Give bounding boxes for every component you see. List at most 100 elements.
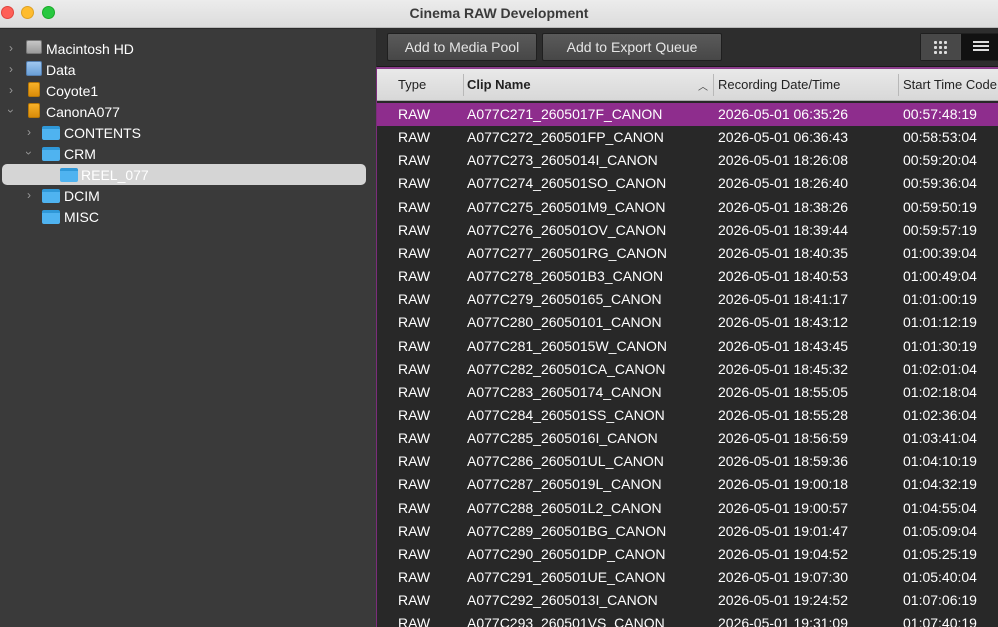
sidebar-item-label: CRM <box>64 146 96 162</box>
sidebar-item-crm[interactable]: › CRM <box>0 143 376 164</box>
recording-date-cell: 2026-05-01 18:55:28 <box>718 406 848 423</box>
clip-type-cell: RAW <box>398 569 431 585</box>
start-timecode-cell: 01:03:41:04 <box>903 430 977 447</box>
sidebar-item-data[interactable]: › Data <box>0 59 376 80</box>
table-row[interactable]: RAW A077C279_26050165_CANON 2026-05-01 18:… <box>377 288 998 311</box>
clip-name-cell: A077C289_260501BG_CANON <box>467 522 667 539</box>
start-timecode-cell: 01:01:30:19 <box>903 337 977 354</box>
clip-name-cell: A077C271_2605017F_CANON <box>467 106 663 122</box>
recording-date-cell: 2026-05-01 19:24:52 <box>718 592 848 609</box>
start-timecode-cell: 01:05:09:04 <box>903 522 977 539</box>
table-row[interactable]: RAW A077C281_2605015W_CANON 2026-05-01 18:… <box>377 335 998 358</box>
table-row[interactable]: RAW A077C287_2605019L_CANON 2026-05-01 19:… <box>377 473 998 496</box>
table-row[interactable]: RAW A077C273_2605014I_CANON 2026-05-01 18:… <box>377 149 998 172</box>
table-row[interactable]: RAW A077C272_260501FP_CANON 2026-05-01 06:… <box>377 126 998 149</box>
clip-name-cell: A077C272_260501FP_CANON <box>467 129 664 146</box>
add-to-export-queue-button[interactable]: Add to Export Queue <box>542 33 722 61</box>
clip-type-cell: RAW <box>398 476 431 493</box>
clip-name-cell: A077C293_260501VS_CANON <box>467 615 665 627</box>
column-divider[interactable] <box>898 74 899 96</box>
table-row[interactable]: RAW A077C280_26050101_CANON 2026-05-01 18:… <box>377 311 998 334</box>
chevron-right-icon[interactable]: › <box>24 188 34 202</box>
column-divider[interactable] <box>463 74 464 96</box>
table-row[interactable]: RAW A077C283_26050174_CANON 2026-05-01 18:… <box>377 381 998 404</box>
recording-date-cell: 2026-05-01 18:55:05 <box>718 383 848 400</box>
table-row[interactable]: RAW A077C293_260501VS_CANON 2026-05-01 19:… <box>377 612 998 627</box>
clip-name-cell: A077C277_260501RG_CANON <box>467 244 668 261</box>
clip-type-cell: RAW <box>398 406 431 423</box>
chevron-right-icon[interactable]: › <box>6 62 16 76</box>
sidebar-item-dcim[interactable]: › DCIM <box>0 185 376 206</box>
start-timecode-cell: 01:07:40:19 <box>903 615 977 627</box>
clip-name-cell: A077C275_260501M9_CANON <box>467 198 666 215</box>
start-timecode-cell: 01:07:06:19 <box>903 592 977 609</box>
column-divider[interactable] <box>713 74 714 96</box>
table-row[interactable]: RAW A077C282_260501CA_CANON 2026-05-01 18:… <box>377 358 998 381</box>
sidebar-item-misc[interactable]: MISC <box>0 206 376 227</box>
clip-name-cell: A077C276_260501OV_CANON <box>467 221 667 238</box>
sort-ascending-icon: ︿ <box>698 82 708 93</box>
column-header-clip-name[interactable]: Clip Name <box>467 77 531 92</box>
table-row[interactable]: RAW A077C292_2605013I_CANON 2026-05-01 19:… <box>377 589 998 612</box>
sidebar-item-coyote1[interactable]: › Coyote1 <box>0 80 376 101</box>
folder-icon <box>42 210 60 224</box>
table-row[interactable]: RAW A077C289_260501BG_CANON 2026-05-01 19:… <box>377 520 998 543</box>
table-row[interactable]: RAW A077C290_260501DP_CANON 2026-05-01 19:… <box>377 543 998 566</box>
table-row[interactable]: RAW A077C271_2605017F_CANON 2026-05-01 06:… <box>377 103 998 126</box>
table-row[interactable]: RAW A077C288_260501L2_CANON 2026-05-01 19:… <box>377 497 998 520</box>
sidebar-item-macintosh-hd[interactable]: › Macintosh HD <box>0 38 376 59</box>
table-row[interactable]: RAW A077C286_260501UL_CANON 2026-05-01 18:… <box>377 450 998 473</box>
folder-icon <box>42 189 60 203</box>
clip-type-cell: RAW <box>398 453 431 470</box>
column-header-start-timecode[interactable]: Start Time Code <box>903 77 997 92</box>
start-timecode-cell: 01:04:55:04 <box>903 499 977 516</box>
table-row[interactable]: RAW A077C291_260501UE_CANON 2026-05-01 19:… <box>377 566 998 589</box>
list-view-button[interactable] <box>961 34 998 60</box>
table-row[interactable]: RAW A077C277_260501RG_CANON 2026-05-01 18:… <box>377 242 998 265</box>
sidebar-item-reel-077[interactable]: REEL_077 <box>2 164 366 185</box>
table-row[interactable]: RAW A077C284_260501SS_CANON 2026-05-01 18:… <box>377 404 998 427</box>
column-header-type[interactable]: Type <box>398 77 426 92</box>
sidebar-item-canona077[interactable]: › CanonA077 <box>0 101 376 122</box>
start-timecode-cell: 00:59:36:04 <box>903 175 977 192</box>
sidebar-item-label: Data <box>46 62 76 78</box>
recording-date-cell: 2026-05-01 06:35:26 <box>718 106 848 122</box>
start-timecode-cell: 00:58:53:04 <box>903 129 977 146</box>
clip-name-cell: A077C283_26050174_CANON <box>467 383 662 400</box>
window-titlebar: Cinema RAW Development <box>0 0 998 28</box>
table-row[interactable]: RAW A077C275_260501M9_CANON 2026-05-01 18:… <box>377 196 998 219</box>
chevron-right-icon[interactable]: › <box>6 83 16 97</box>
recording-date-cell: 2026-05-01 18:43:45 <box>718 337 848 354</box>
start-timecode-cell: 00:59:50:19 <box>903 198 977 215</box>
chevron-down-icon[interactable]: › <box>4 106 18 116</box>
add-to-media-pool-button[interactable]: Add to Media Pool <box>387 33 537 61</box>
toolbar: Add to Media Pool Add to Export Queue <box>377 29 998 67</box>
start-timecode-cell: 01:02:36:04 <box>903 406 977 423</box>
clip-type-cell: RAW <box>398 152 431 169</box>
table-row[interactable]: RAW A077C276_260501OV_CANON 2026-05-01 18:… <box>377 219 998 242</box>
clip-type-cell: RAW <box>398 337 431 354</box>
start-timecode-cell: 00:59:20:04 <box>903 152 977 169</box>
clip-type-cell: RAW <box>398 129 431 146</box>
recording-date-cell: 2026-05-01 19:31:09 <box>718 615 848 627</box>
sidebar-item-contents[interactable]: › CONTENTS <box>0 122 376 143</box>
sidebar-item-label: DCIM <box>64 188 100 204</box>
grid-view-button[interactable] <box>921 34 960 60</box>
external-drive-icon <box>28 103 40 118</box>
window-title: Cinema RAW Development <box>409 5 589 21</box>
clip-type-cell: RAW <box>398 430 431 447</box>
table-row[interactable]: RAW A077C274_260501SO_CANON 2026-05-01 18:… <box>377 172 998 195</box>
chevron-right-icon[interactable]: › <box>6 41 16 55</box>
table-row[interactable]: RAW A077C278_260501B3_CANON 2026-05-01 18:… <box>377 265 998 288</box>
chevron-down-icon[interactable]: › <box>22 148 36 158</box>
table-row[interactable]: RAW A077C285_2605016I_CANON 2026-05-01 18:… <box>377 427 998 450</box>
chevron-right-icon[interactable]: › <box>24 125 34 139</box>
recording-date-cell: 2026-05-01 19:07:30 <box>718 569 848 585</box>
column-header-recording-date[interactable]: Recording Date/Time <box>718 77 840 92</box>
clip-type-cell: RAW <box>398 545 431 562</box>
clip-type-cell: RAW <box>398 615 431 627</box>
start-timecode-cell: 01:01:12:19 <box>903 314 977 331</box>
clip-type-cell: RAW <box>398 522 431 539</box>
sidebar-item-label: MISC <box>64 209 99 225</box>
recording-date-cell: 2026-05-01 18:40:35 <box>718 244 848 261</box>
